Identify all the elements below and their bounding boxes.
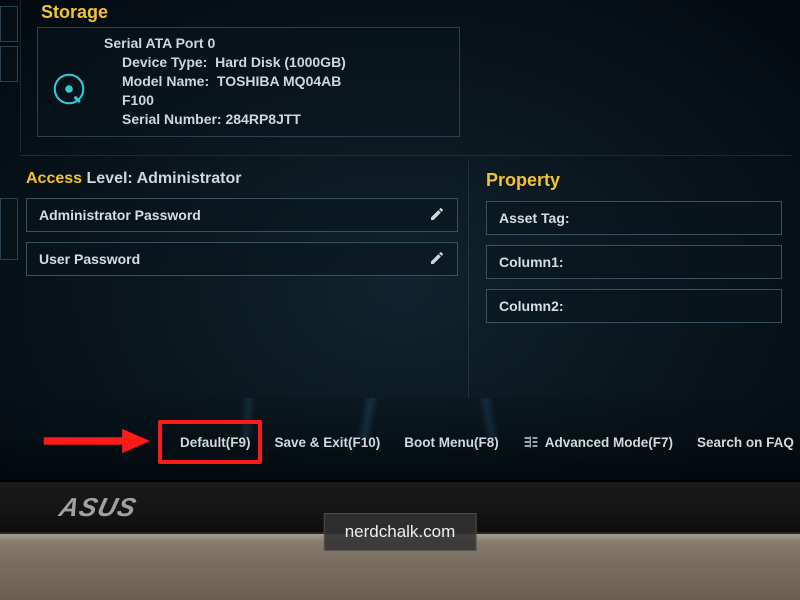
column1-label: Column1: (499, 254, 564, 270)
model-name-value: TOSHIBA MQ04AB (217, 73, 341, 89)
search-faq-button[interactable]: Search on FAQ (685, 429, 800, 456)
property-title: Property (486, 170, 782, 191)
storage-port-label: Serial ATA Port 0 (104, 34, 346, 53)
user-password-field[interactable]: User Password (26, 242, 458, 276)
storage-title: Storage (29, 2, 460, 27)
access-heading-highlight: Access (26, 170, 82, 187)
watermark: nerdchalk.com (324, 513, 477, 551)
storage-device-card[interactable]: Serial ATA Port 0 Device Type: Hard Disk… (37, 27, 460, 137)
device-type-label: Device Type: (122, 54, 207, 70)
access-panel: Access Level: Administrator Administrato… (26, 170, 458, 286)
bios-screen: Storage Serial ATA Port 0 Device Type: H… (0, 0, 800, 480)
save-exit-button[interactable]: Save & Exit(F10) (263, 429, 393, 456)
property-panel: Property Asset Tag: Column1: Column2: (486, 170, 782, 333)
serial-number-value: 284RP8JTT (225, 111, 300, 127)
serial-number-label: Serial Number: (122, 111, 222, 127)
brand-logo: ASUS (56, 492, 140, 523)
model-name-label: Model Name: (122, 73, 209, 89)
asset-tag-label: Asset Tag: (499, 210, 570, 226)
admin-password-field[interactable]: Administrator Password (26, 198, 458, 232)
cutoff-panel (0, 6, 18, 42)
user-password-label: User Password (39, 251, 140, 267)
edit-icon (429, 250, 445, 269)
cutoff-panel (0, 198, 18, 260)
default-button[interactable]: Default(F9) (168, 429, 263, 456)
hdd-icon (48, 68, 90, 110)
boot-menu-button[interactable]: Boot Menu(F8) (392, 429, 510, 456)
asset-tag-field[interactable]: Asset Tag: (486, 201, 782, 235)
column2-field[interactable]: Column2: (486, 289, 782, 323)
admin-password-label: Administrator Password (39, 207, 201, 223)
storage-panel: Storage Serial ATA Port 0 Device Type: H… (20, 0, 468, 152)
column1-field[interactable]: Column1: (486, 245, 782, 279)
model-name-value-2: F100 (122, 91, 346, 110)
footer-bar: Default(F9) Save & Exit(F10) Boot Menu(F… (0, 398, 800, 480)
device-type-value: Hard Disk (1000GB) (215, 54, 346, 70)
storage-device-info: Serial ATA Port 0 Device Type: Hard Disk… (104, 34, 346, 128)
divider (20, 155, 792, 156)
access-heading: Access Level: Administrator (26, 170, 458, 188)
divider (468, 160, 469, 398)
column2-label: Column2: (499, 298, 564, 314)
access-heading-rest: Level: Administrator (87, 170, 242, 187)
edit-icon (429, 206, 445, 225)
cutoff-panel (0, 46, 18, 82)
advanced-mode-icon (523, 435, 539, 449)
advanced-mode-button[interactable]: Advanced Mode(F7) (511, 429, 685, 456)
